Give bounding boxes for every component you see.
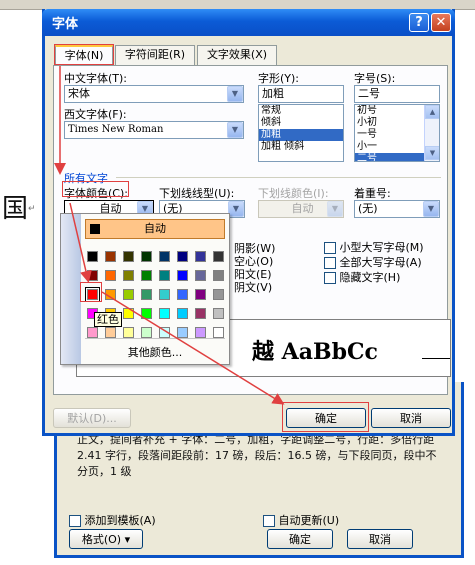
arrow-red-to-ok (101, 291, 285, 405)
arrow-color-to-red (69, 202, 92, 283)
annotation-arrows (54, 66, 285, 405)
